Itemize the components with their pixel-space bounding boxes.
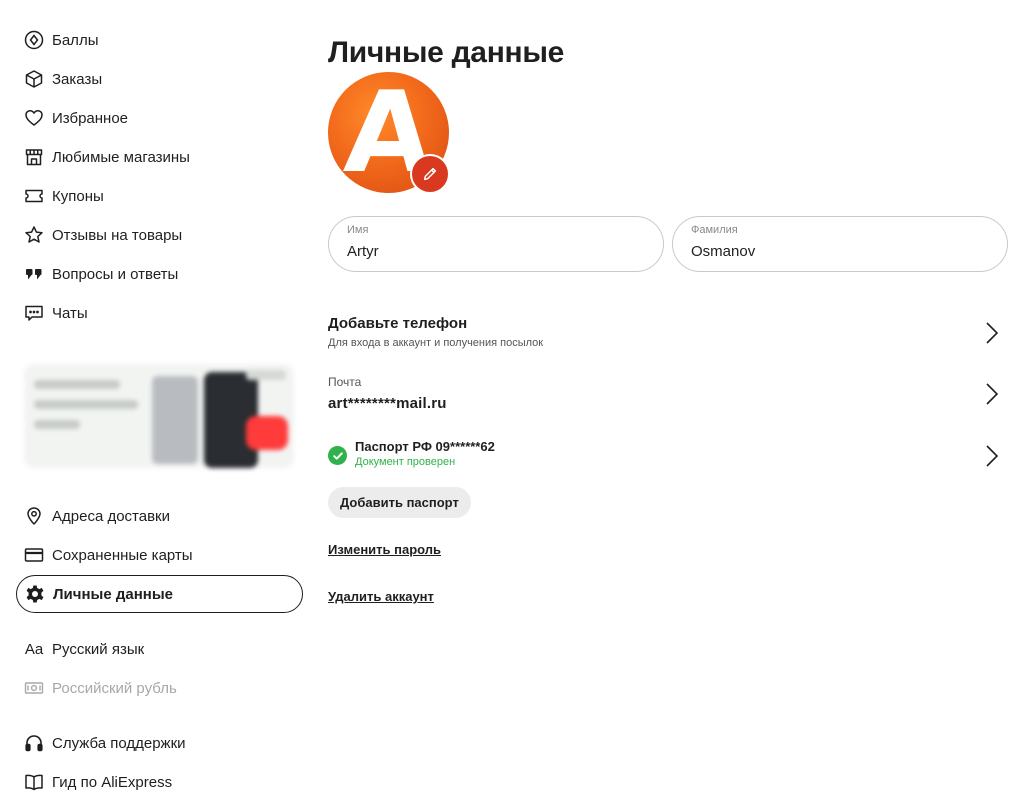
passport-info: Паспорт РФ 09******62 Документ проверен [355,439,495,468]
first-name-field[interactable]: Имя Artyr [328,216,664,272]
sidebar-item-chats[interactable]: Чаты [16,294,303,332]
sidebar-item-label: Чаты [52,304,88,322]
sidebar-item-guide[interactable]: Гид по AliExpress [16,763,303,801]
sidebar-item-label: Служба поддержки [52,734,186,752]
sidebar-item-support[interactable]: Служба поддержки [16,724,303,762]
pencil-icon [423,167,437,181]
chevron-right-icon [984,320,1000,346]
sidebar-item-label: Заказы [52,70,103,88]
store-icon [24,147,44,167]
sidebar-item-label: Адреса доставки [52,507,171,525]
phone-title: Добавьте телефон [328,315,468,332]
avatar: A [328,72,450,194]
passport-title: Паспорт РФ 09******62 [355,439,495,454]
sidebar-item-favorite-stores[interactable]: Любимые магазины [16,138,303,176]
edit-avatar-button[interactable] [410,154,450,194]
coupon-icon [24,186,44,206]
banknote-icon [24,678,44,698]
first-name-label: Имя [347,224,369,236]
sidebar-item-currency[interactable]: Российский рубль [16,669,303,707]
sidebar-item-coupons[interactable]: Купоны [16,177,303,215]
passport-status: Документ проверен [355,456,456,468]
sidebar-item-label: Любимые магазины [52,148,190,166]
book-icon [24,772,44,792]
last-name-value[interactable]: Osmanov [691,243,989,260]
chat-icon [24,303,44,323]
change-password-link[interactable]: Изменить пароль [328,542,441,557]
location-pin-icon [24,506,44,526]
first-name-value[interactable]: Artyr [347,243,645,260]
last-name-label: Фамилия [691,224,738,236]
sidebar-item-label: Сохраненные карты [52,546,193,564]
language-icon: Aa [24,640,44,658]
sidebar-item-favorites[interactable]: Избранное [16,99,303,137]
heart-icon [24,108,44,128]
add-passport-button[interactable]: Добавить паспорт [328,487,471,518]
add-phone-row[interactable]: Добавьте телефон Для входа в аккаунт и п… [328,315,1008,355]
email-label: Почта [328,375,362,389]
promo-banner[interactable] [24,364,294,468]
page-title: Личные данные [328,36,565,69]
card-icon [24,545,44,565]
sidebar-item-language[interactable]: Aa Русский язык [16,630,303,668]
sidebar-item-label: Русский язык [52,640,145,658]
email-row[interactable]: Почта art********mail.ru [328,375,1008,417]
sidebar-item-points[interactable]: Баллы [16,21,303,59]
sidebar-item-label: Российский рубль [52,679,177,697]
checkmark-icon [328,446,347,465]
quote-icon [24,264,44,284]
sidebar-item-label: Гид по AliExpress [52,773,173,791]
box-icon [24,69,44,89]
sidebar-item-orders[interactable]: Заказы [16,60,303,98]
sidebar-item-reviews[interactable]: Отзывы на товары [16,216,303,254]
sidebar-item-questions[interactable]: Вопросы и ответы [16,255,303,293]
sidebar-item-label: Избранное [52,109,129,127]
gear-icon [25,584,45,604]
email-value: art********mail.ru [328,395,447,412]
passport-row[interactable]: Паспорт РФ 09******62 Документ проверен [328,439,1008,473]
star-icon [24,225,44,245]
delete-account-link[interactable]: Удалить аккаунт [328,589,434,604]
headphones-icon [24,733,44,753]
points-icon [24,30,44,50]
sidebar-item-label: Вопросы и ответы [52,265,179,283]
sidebar-item-addresses[interactable]: Адреса доставки [16,497,303,535]
phone-subtitle: Для входа в аккаунт и получения посылок [328,337,544,349]
chevron-right-icon [984,381,1000,407]
last-name-field[interactable]: Фамилия Osmanov [672,216,1008,272]
sidebar-item-label: Купоны [52,187,104,205]
chevron-right-icon [984,443,1000,469]
sidebar-item-label: Личные данные [53,585,173,603]
sidebar-item-saved-cards[interactable]: Сохраненные карты [16,536,303,574]
sidebar-item-personal-data[interactable]: Личные данные [16,575,303,613]
sidebar-item-label: Отзывы на товары [52,226,183,244]
sidebar-item-label: Баллы [52,31,99,49]
sidebar: Баллы Заказы Избранное Любимые магазины … [0,0,310,809]
